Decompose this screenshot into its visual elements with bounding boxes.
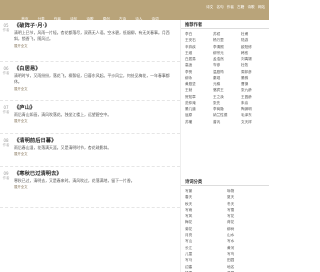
sidebar-author-link[interactable]: 文天祥 [241,119,269,125]
article-title[interactable]: 《清明前后日暮》 [14,136,56,144]
article-title[interactable]: 《寒秋已过清明去》 [14,169,62,177]
top-navigation-bar: 首页 分类 作者 诗句 诗歌 原创 古诗 诗人 诗词 诗文 名句 作者 古籍 诗… [0,0,269,21]
excerpt-text: 雨后春山湿，花落满天涯。又是清明时节，杏花疏影斜。 [14,145,112,150]
read-more-link[interactable]: 展开全文 [14,184,174,190]
article-item: 07 作者 《庐山》 雨后青山如画，清风吹落花。独坐江楼上，远望碧空中。 展开全… [0,102,180,134]
article-tag: 作者 [2,143,10,147]
article-excerpt: 清明上巳节，风雨一片轻。杏花都落尽，双燕无人语。空水碧，低烟柳，有无关春事。月西… [14,30,174,49]
article-title[interactable]: 《庐山》 [14,103,35,111]
read-more-link[interactable]: 展开全文 [14,86,174,92]
article-excerpt: 清明时节，又雨纷纷，落花飞，柳絮轻，日暮东风起。平沙风尘，何处见梅花，一年春事都… [14,73,174,92]
article-list: 05 作者 《破阵子·月·》 清明上巳节，风雨一片轻。杏花都落尽，双燕无人语。空… [0,20,180,272]
article-title[interactable]: 《破阵子·月·》 [14,21,50,29]
article-excerpt: 雨后青山如画，清风吹落花。独坐江楼上，远望碧空中。 展开全文 [14,112,174,124]
date-block: 05 作者 [1,23,11,33]
article-tag: 作者 [2,110,10,114]
utility-link[interactable]: 作者 [227,5,234,9]
sidebar-author-link[interactable]: 苏辙 [185,119,213,125]
read-more-link[interactable]: 展开全文 [14,151,174,157]
sidebar-section-title: 诗词分类 [185,180,203,185]
article-item: 09 作者 《寒秋已过清明去》 寒秋已过，清明去，又是春来时。清风吹过，花落满地… [0,168,180,208]
excerpt-text: 雨后青山如画，清风吹落花。独坐江楼上，远望碧空中。 [14,112,112,117]
date-block: 07 作者 [1,105,11,115]
utility-links: 诗文 名句 作者 古籍 诗歌 网站 [204,5,265,10]
article-title[interactable]: 《白居易》 [14,64,41,72]
utility-link[interactable]: 名句 [216,5,223,9]
article-tag: 作者 [2,28,10,32]
date-block: 06 作者 [1,66,11,76]
date-block: 09 作者 [1,171,11,181]
article-excerpt: 雨后春山湿，花落满天涯。又是清明时节，杏花疏影斜。 展开全文 [14,145,174,157]
utility-link[interactable]: 古籍 [237,5,244,9]
article-excerpt: 寒秋已过，清明去，又是春来时。清风吹过，花落满地，留下一片香。 展开全文 [14,178,174,190]
utility-link[interactable]: 网站 [258,5,265,9]
utility-link[interactable]: 诗文 [206,5,213,9]
article-item: 05 作者 《破阵子·月·》 清明上巳节，风雨一片轻。杏花都落尽，双燕无人语。空… [0,20,180,62]
excerpt-text: 清明上巳节，风雨一片轻。杏花都落尽，双燕无人语。空水碧，低烟柳，有无关春事。月西… [14,30,170,42]
sidebar-section-header: 推荐作者 [181,20,269,29]
sidebar-section-title: 推荐作者 [185,23,203,28]
read-more-link[interactable]: 展开全文 [14,118,174,124]
article-item: 08 作者 《清明前后日暮》 雨后春山湿，花落满天涯。又是清明时节，杏花疏影斜。… [0,135,180,167]
excerpt-text: 寒秋已过，清明去，又是春来时。清风吹过，花落满地，留下一片香。 [14,178,135,183]
category-links: 写景 咏物 春天 夏天 秋天 冬天 写雨 写雪 写风 写花 梅花 荷花 菊花 柳树 月亮 山水 写山 写水 长江 黄河… [185,188,269,272]
article-tag: 作者 [2,71,10,75]
article-item: 06 作者 《白居易》 清明时节，又雨纷纷，落花飞，柳絮轻，日暮东风起。平沙风尘… [0,63,180,101]
date-block: 08 作者 [1,138,11,148]
read-more-link[interactable]: 展开全文 [14,43,174,49]
utility-link[interactable]: 诗歌 [247,5,254,9]
sidebar: 推荐作者 李白 苏轼 杜甫 王安石 杨万里 陆游 辛弃疾 李清照 欧阳修 王维 柳宗元 韩愈 白居易 孟浩… [180,20,269,272]
excerpt-text: 清明时节，又雨纷纷，落花飞，柳絮轻，日暮东风起。平沙风尘，何处见梅花，一年春事都… [14,73,170,85]
sidebar-author-link[interactable]: 曾巩 [213,119,241,125]
article-tag: 作者 [2,176,10,180]
sidebar-section-header: 诗词分类 [181,177,269,186]
author-links: 李白 苏轼 杜甫 王安石 杨万里 陆游 辛弃疾 李清照 欧阳修 王维 柳宗元 韩愈 白居易 孟浩然 刘禹锡高… [185,31,269,125]
